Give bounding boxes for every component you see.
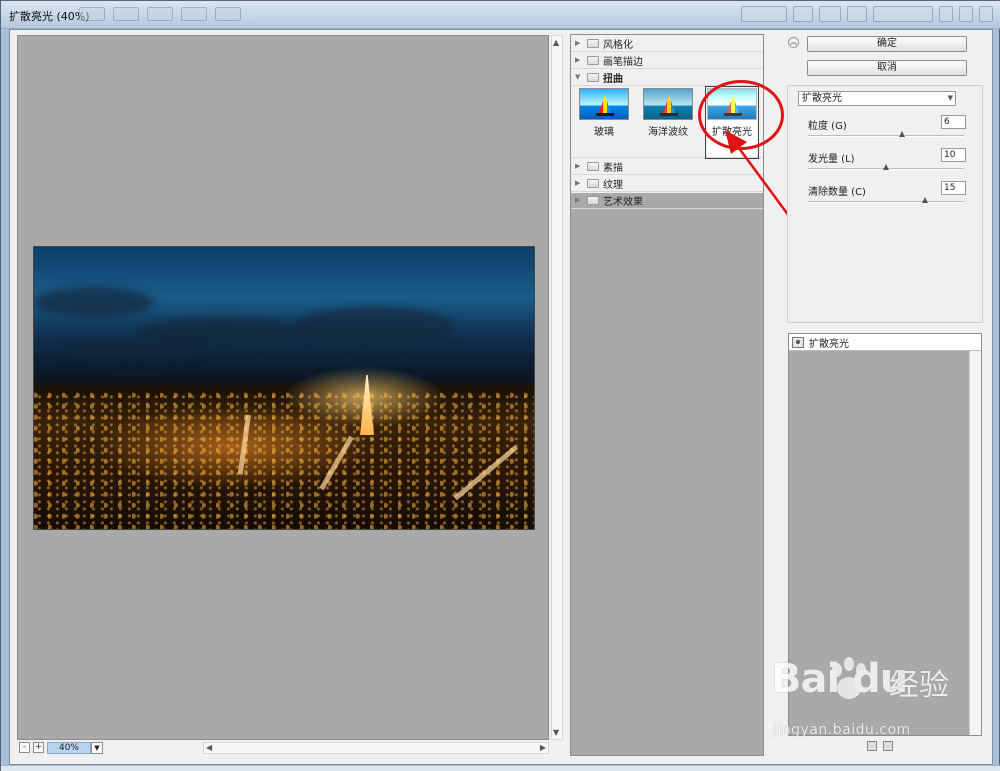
param-label: 清除数量 (C) (808, 187, 866, 198)
toolbar-icon (793, 6, 813, 22)
folder-icon (587, 55, 599, 65)
effect-layer-label: 扩散亮光 (809, 338, 849, 350)
window-title: 扩散亮光 (40%) (9, 10, 90, 23)
param-clear-amount: 清除数量 (C) 15 (808, 181, 966, 211)
expand-arrow-icon: ▶ (575, 39, 581, 47)
clear-amount-slider-track[interactable] (808, 201, 964, 203)
toolbar-icon (147, 7, 173, 21)
search-field (873, 6, 933, 22)
sailboat-thumbnail-image (579, 88, 629, 120)
title-bar: 扩散亮光 (40%) (1, 1, 1000, 29)
glow-amount-input[interactable]: 10 (941, 148, 966, 162)
filter-gallery-panel: ▶ 风格化 ▶ 画笔描边 ▼ 扭曲 玻璃 海洋波纹 扩散亮光 ▶ 素描 ▶ 纹理… (570, 34, 805, 756)
zoom-out-button[interactable]: - (19, 742, 30, 753)
param-glow-amount: 发光量 (L) 10 (808, 148, 966, 178)
zoom-in-button[interactable]: + (33, 742, 44, 753)
paw-icon (832, 657, 866, 699)
category-label: 画笔描边 (603, 56, 643, 68)
workspace-button (741, 6, 787, 22)
faded-toolbar-right (741, 6, 993, 22)
scroll-up-icon[interactable]: ▲ (553, 38, 559, 47)
graininess-slider-handle[interactable] (899, 131, 905, 137)
close-icon (979, 6, 993, 22)
folder-open-icon (587, 72, 599, 82)
toolbar-icon (819, 6, 841, 22)
preview-horizontal-scrollbar[interactable]: ◀ ▶ (203, 742, 549, 754)
clear-amount-slider-handle[interactable] (922, 197, 928, 203)
category-brush-strokes[interactable]: ▶ 画笔描边 (571, 52, 763, 69)
thumb-label: 海洋波纹 (648, 127, 688, 138)
preview-image (33, 246, 535, 530)
filter-thumb-glass[interactable]: 玻璃 (579, 88, 629, 157)
dialog-body: ▲ ▼ - + 40% ▼ ◀ ▶ ▶ 风格化 ▶ 画笔描边 ▼ 扭曲 玻璃 海… (9, 29, 993, 765)
cloud-shape (34, 287, 154, 317)
clear-amount-input[interactable]: 15 (941, 181, 966, 195)
toolbar-icon (847, 6, 867, 22)
scroll-down-icon[interactable]: ▼ (553, 728, 559, 737)
expand-arrow-icon: ▶ (575, 196, 581, 204)
expand-arrow-icon: ▶ (575, 162, 581, 170)
folder-icon (587, 161, 599, 171)
category-label: 素描 (603, 162, 623, 174)
category-label: 风格化 (603, 39, 633, 51)
city-lights (34, 392, 534, 529)
filter-select-value: 扩散亮光 (802, 93, 842, 104)
toolbar-icon (113, 7, 139, 21)
preview-area[interactable] (17, 35, 549, 740)
effects-scrollbar[interactable] (969, 351, 981, 735)
eye-icon[interactable] (792, 336, 804, 348)
graininess-input[interactable]: 6 (941, 115, 966, 129)
category-label: 纹理 (603, 179, 623, 191)
scroll-left-icon[interactable]: ◀ (206, 743, 212, 753)
minimize-icon (939, 6, 953, 22)
toolbar-icon (181, 7, 207, 21)
ok-button[interactable]: 确定 (807, 36, 967, 52)
graininess-slider-track[interactable] (808, 135, 964, 137)
expand-arrow-icon: ▶ (575, 179, 581, 187)
faded-toolbar (79, 7, 241, 21)
scroll-right-icon[interactable]: ▶ (540, 743, 546, 753)
zoom-dropdown-icon[interactable]: ▼ (91, 742, 103, 754)
watermark-cn: 经验 (889, 668, 949, 703)
cloud-shape (64, 342, 204, 360)
taskbar-strip (1, 765, 1000, 771)
folder-icon (587, 178, 599, 188)
collapse-gallery-icon[interactable]: ︽ (788, 37, 799, 48)
param-label: 发光量 (L) (808, 154, 855, 165)
thumb-label: 玻璃 (594, 127, 614, 138)
effect-layer-row[interactable]: 扩散亮光 (789, 334, 981, 351)
param-label: 粒度 (G) (808, 121, 847, 132)
expand-arrow-icon: ▶ (575, 56, 581, 64)
preview-status-bar: - + 40% ▼ ◀ ▶ (17, 741, 549, 755)
watermark-url: jingyan.baidu.com (773, 722, 911, 738)
cancel-button[interactable]: 取消 (807, 60, 967, 76)
filter-settings-panel: 扩散亮光 ▼ 粒度 (G) 6 发光量 (L) 10 清除数量 (C) 15 (787, 85, 983, 323)
category-label: 扭曲 (603, 73, 623, 85)
glow-amount-slider-handle[interactable] (883, 164, 889, 170)
folder-icon (587, 38, 599, 48)
filter-gallery-window: 扩散亮光 (40%) ▲ ▼ - + 40% ▼ ◀ ▶ ▶ 风格化 ▶ 画笔描… (0, 0, 1000, 771)
filter-thumb-ocean-ripple[interactable]: 海洋波纹 (643, 88, 693, 157)
preview-vertical-scrollbar[interactable]: ▲ ▼ (551, 35, 563, 740)
baidu-watermark: Bai du 经验 jingyan.baidu.com (771, 656, 961, 746)
cloud-shape (294, 307, 454, 347)
toolbar-icon (79, 7, 105, 21)
maximize-icon (959, 6, 973, 22)
sailboat-thumbnail-image (643, 88, 693, 120)
collapse-arrow-icon: ▼ (575, 73, 581, 81)
chevron-down-icon: ▼ (947, 94, 953, 102)
toolbar-icon (215, 7, 241, 21)
zoom-level[interactable]: 40% (47, 742, 91, 754)
filter-select[interactable]: 扩散亮光 ▼ (798, 91, 956, 106)
folder-icon (587, 195, 599, 205)
category-label: 艺术效果 (603, 196, 643, 208)
param-graininess: 粒度 (G) 6 (808, 115, 966, 145)
category-stylize[interactable]: ▶ 风格化 (571, 35, 763, 52)
